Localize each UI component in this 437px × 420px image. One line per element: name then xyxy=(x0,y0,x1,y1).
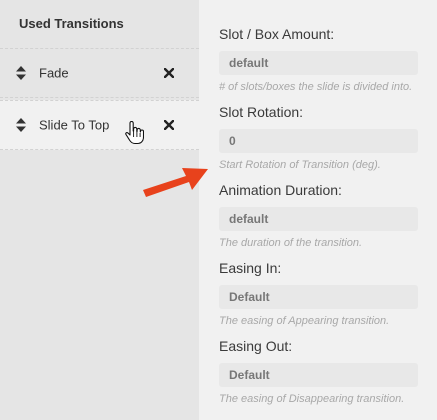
animation-duration-hint: The duration of the transition. xyxy=(219,237,363,249)
sort-arrows-icon[interactable] xyxy=(16,118,26,132)
transition-item-label: Fade xyxy=(39,65,69,81)
slot-amount-hint: # of slots/boxes the slide is divided in… xyxy=(219,81,413,93)
remove-x-icon[interactable] xyxy=(164,120,174,130)
transition-item-label: Slide To Top xyxy=(39,117,110,133)
animation-duration-input[interactable]: default xyxy=(219,207,418,231)
slot-amount-input[interactable]: default xyxy=(219,51,418,75)
easing-in-hint: The easing of Appearing transition. xyxy=(219,315,390,327)
transition-item-slide-to-top[interactable]: Slide To Top xyxy=(0,100,199,150)
easing-out-select[interactable]: Default xyxy=(219,363,418,387)
sort-arrows-icon[interactable] xyxy=(16,66,26,80)
easing-out-label: Easing Out: xyxy=(219,338,293,354)
red-arrow-annotation xyxy=(143,168,208,197)
easing-in-select[interactable]: Default xyxy=(219,285,418,309)
transition-settings-panel: Slot / Box Amount: default # of slots/bo… xyxy=(199,0,437,420)
slot-rotation-hint: Start Rotation of Transition (deg). xyxy=(219,159,381,171)
sidebar-title: Used Transitions xyxy=(19,16,124,31)
easing-in-label: Easing In: xyxy=(219,260,282,276)
used-transitions-sidebar: Used Transitions Fade Slide To Top xyxy=(0,0,199,420)
easing-out-hint: The easing of Disappearing transition. xyxy=(219,393,405,405)
slot-amount-label: Slot / Box Amount: xyxy=(219,26,335,42)
hand-pointer-cursor-icon xyxy=(125,121,144,145)
animation-duration-label: Animation Duration: xyxy=(219,182,342,198)
slot-rotation-input[interactable]: 0 xyxy=(219,129,418,153)
transition-item-fade[interactable]: Fade xyxy=(0,48,199,98)
slot-rotation-label: Slot Rotation: xyxy=(219,104,304,120)
remove-x-icon[interactable] xyxy=(164,68,174,78)
